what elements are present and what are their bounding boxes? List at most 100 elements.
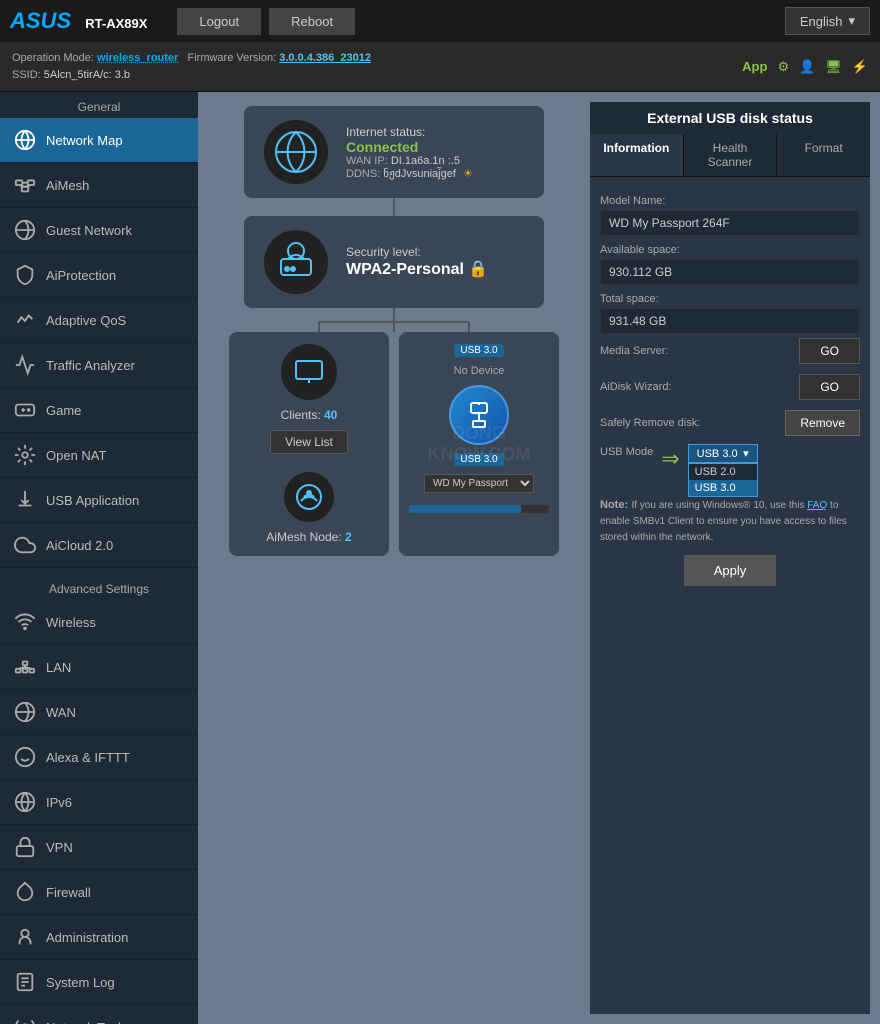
media-server-go-button[interactable]: GO bbox=[799, 338, 860, 364]
panel-tabs: Information HealthScanner Format bbox=[590, 134, 870, 177]
network-tools-icon bbox=[12, 1014, 38, 1024]
sidebar-item-guest-network[interactable]: Guest Network bbox=[0, 208, 198, 253]
sidebar-label-wireless: Wireless bbox=[46, 615, 96, 630]
router-info: Security level: WPA2-Personal 🔒 bbox=[346, 245, 488, 279]
logout-button[interactable]: Logout bbox=[177, 8, 261, 35]
safely-remove-label: Safely Remove disk: bbox=[600, 417, 700, 429]
chevron-down-icon: ▾ bbox=[848, 13, 855, 29]
sidebar-label-administration: Administration bbox=[46, 930, 128, 945]
sidebar-label-network-map: Network Map bbox=[46, 133, 123, 148]
model-name-value: WD My Passport 264F bbox=[600, 210, 860, 236]
usb-mode-label: USB Mode bbox=[600, 444, 653, 458]
usb-mode-row: USB Mode ⇒ USB 3.0 ▾ USB 2.0 USB 3.0 bbox=[600, 444, 860, 497]
sidebar-item-alexa[interactable]: Alexa & IFTTT bbox=[0, 735, 198, 780]
reboot-button[interactable]: Reboot bbox=[269, 8, 355, 35]
sidebar-item-firewall[interactable]: Firewall bbox=[0, 870, 198, 915]
tab-information[interactable]: Information bbox=[590, 134, 684, 176]
sidebar: General Network Map AiMesh Guest Network… bbox=[0, 92, 198, 1024]
sidebar-item-network-tools[interactable]: Network Tools bbox=[0, 1005, 198, 1024]
usb-option-usb20[interactable]: USB 2.0 bbox=[689, 464, 757, 480]
sidebar-label-usb-application: USB Application bbox=[46, 493, 139, 508]
aidisk-go-button[interactable]: GO bbox=[799, 374, 860, 400]
sidebar-item-administration[interactable]: Administration bbox=[0, 915, 198, 960]
sidebar-item-wireless[interactable]: Wireless bbox=[0, 600, 198, 645]
note-section: Note: If you are using Windows® 10, use … bbox=[600, 497, 860, 545]
logo-model: RT-AX89X bbox=[85, 16, 147, 31]
arrow-right-icon: ⇒ bbox=[661, 446, 679, 472]
lan-icon bbox=[12, 654, 38, 680]
guest-network-icon bbox=[12, 217, 38, 243]
media-server-row: Media Server: GO bbox=[600, 338, 860, 364]
usb-application-icon bbox=[12, 487, 38, 513]
apply-button[interactable]: Apply bbox=[684, 555, 777, 586]
sidebar-item-network-map[interactable]: Network Map bbox=[0, 118, 198, 163]
sidebar-label-guest-network: Guest Network bbox=[46, 223, 132, 238]
sidebar-label-adaptive-qos: Adaptive QoS bbox=[46, 313, 126, 328]
internet-connected: Connected bbox=[346, 139, 473, 155]
sidebar-item-system-log[interactable]: System Log bbox=[0, 960, 198, 1005]
clients-icon bbox=[281, 344, 337, 400]
usb-device-icon bbox=[449, 385, 509, 445]
network-diagram: Internet status: Connected WAN IP: DI.1a… bbox=[208, 102, 580, 1014]
usb-mode-dropdown[interactable]: USB 3.0 ▾ bbox=[688, 444, 758, 463]
usb-option-usb30[interactable]: USB 3.0 bbox=[689, 480, 757, 496]
vpn-icon bbox=[12, 834, 38, 860]
info-bar: Operation Mode: wireless_router Firmware… bbox=[0, 42, 880, 92]
tab-health-scanner[interactable]: HealthScanner bbox=[684, 134, 778, 176]
sidebar-item-adaptive-qos[interactable]: Adaptive QoS bbox=[0, 298, 198, 343]
firewall-icon bbox=[12, 879, 38, 905]
connector-branch bbox=[244, 308, 544, 332]
note-text: If you are using Windows® 10, use this F… bbox=[600, 500, 847, 543]
sidebar-item-wan[interactable]: WAN bbox=[0, 690, 198, 735]
usb-icon[interactable]: ⚡ bbox=[852, 59, 868, 75]
operation-mode-info: Operation Mode: wireless_router Firmware… bbox=[12, 50, 371, 83]
chevron-icon: ▾ bbox=[743, 447, 749, 460]
wan-ip-line: WAN IP: DI.1a6a.1n :.5 bbox=[346, 155, 473, 167]
aimesh-icon bbox=[12, 172, 38, 198]
usb-label: USB 3.0 bbox=[454, 453, 503, 466]
clients-label: Clients: 40 bbox=[281, 408, 338, 422]
aidisk-row: AiDisk Wizard: GO bbox=[600, 374, 860, 400]
user-icon[interactable]: 👤 bbox=[799, 59, 815, 75]
gear-icon[interactable]: ⚙ bbox=[777, 59, 789, 75]
ssid-value: 5Alcn_5tirA/c: 3.b bbox=[44, 69, 130, 81]
view-list-button[interactable]: View List bbox=[270, 430, 348, 454]
sidebar-label-vpn: VPN bbox=[46, 840, 73, 855]
sidebar-item-open-nat[interactable]: Open NAT bbox=[0, 433, 198, 478]
monitor-icon[interactable]: 🖥 bbox=[825, 59, 842, 75]
sidebar-label-wan: WAN bbox=[46, 705, 76, 720]
usb-option-list: USB 2.0 USB 3.0 bbox=[688, 463, 758, 497]
sidebar-item-game[interactable]: Game bbox=[0, 388, 198, 433]
sidebar-item-usb-application[interactable]: USB Application bbox=[0, 478, 198, 523]
sidebar-label-system-log: System Log bbox=[46, 975, 115, 990]
available-space-label: Available space: bbox=[600, 244, 860, 256]
router-box: Security level: WPA2-Personal 🔒 bbox=[244, 216, 544, 308]
sidebar-item-ipv6[interactable]: IPv6 bbox=[0, 780, 198, 825]
remove-disk-button[interactable]: Remove bbox=[785, 410, 860, 436]
alexa-icon bbox=[12, 744, 38, 770]
sidebar-item-aicloud[interactable]: AiCloud 2.0 bbox=[0, 523, 198, 568]
usb-device-select[interactable]: WD My Passport bbox=[424, 474, 534, 493]
language-button[interactable]: English ▾ bbox=[785, 7, 870, 35]
tab-format[interactable]: Format bbox=[777, 134, 870, 176]
connector1 bbox=[393, 198, 395, 216]
security-value: WPA2-Personal 🔒 bbox=[346, 259, 488, 279]
usb-progress-bar bbox=[409, 505, 549, 513]
sidebar-item-vpn[interactable]: VPN bbox=[0, 825, 198, 870]
lower-row: Clients: 40 View List bbox=[229, 332, 559, 556]
sidebar-item-lan[interactable]: LAN bbox=[0, 645, 198, 690]
sidebar-item-aiprotection[interactable]: AiProtection bbox=[0, 253, 198, 298]
app-icons: App ⚙ 👤 🖥 ⚡ bbox=[742, 59, 868, 75]
total-space-value: 931.48 GB bbox=[600, 308, 860, 334]
usb-badge: USB 3.0 bbox=[454, 344, 503, 357]
sidebar-item-aimesh[interactable]: AiMesh bbox=[0, 163, 198, 208]
ipv6-icon bbox=[12, 789, 38, 815]
operation-mode-label: Operation Mode: bbox=[12, 52, 97, 64]
safely-remove-row: Safely Remove disk: Remove bbox=[600, 410, 860, 436]
sidebar-item-traffic-analyzer[interactable]: Traffic Analyzer bbox=[0, 343, 198, 388]
faq-link[interactable]: FAQ bbox=[807, 500, 827, 511]
security-label: Security level: bbox=[346, 245, 488, 259]
clients-box: Clients: 40 View List bbox=[229, 332, 389, 556]
game-icon bbox=[12, 397, 38, 423]
system-log-icon bbox=[12, 969, 38, 995]
